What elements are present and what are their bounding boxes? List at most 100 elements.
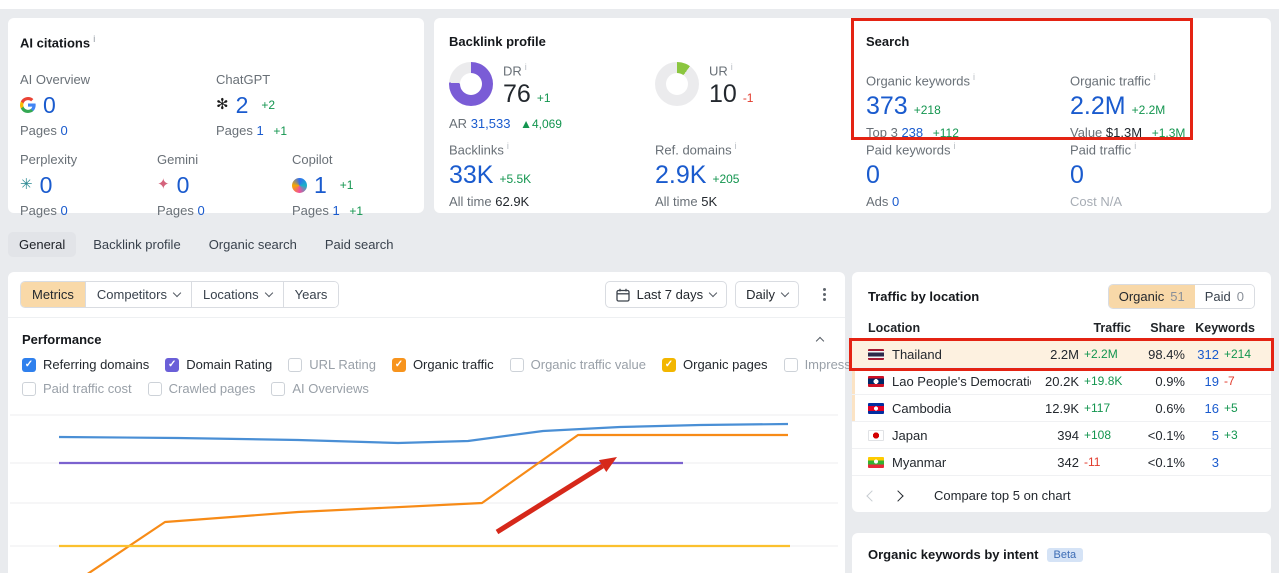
metric-checkbox-referring-domains[interactable]: Referring domains [22,357,149,372]
keywords-value[interactable]: 19 [1185,374,1219,389]
traffic-value: 20.2K [1045,373,1079,389]
location-row-cambodia[interactable]: Cambodia 12.9K +117 0.6% 16 +5 [852,395,1271,422]
ads-value[interactable]: 0 [892,194,899,209]
tab-paid-search[interactable]: Paid search [314,232,405,257]
metric-checkbox-paid-traffic-cost[interactable]: Paid traffic cost [22,381,132,396]
backlink-search-card: Backlink profile DR 76 +1 AR 31,533 ▲4,06… [434,18,1271,213]
overview-tabs: General Backlink profile Organic search … [8,232,405,257]
backlinks-value[interactable]: 33K [449,161,493,189]
location-row-japan[interactable]: Japan 394 +108 <0.1% 5 +3 [852,422,1271,449]
chatgpt-icon: ✻ [216,96,229,113]
organic-keywords-value[interactable]: 373 [866,92,908,120]
ar-value[interactable]: 31,533 [471,116,511,131]
flag-icon-laos [868,375,884,387]
compare-top5-link[interactable]: Compare top 5 on chart [934,488,1071,503]
pages-label: Pages [20,123,57,138]
pages-count[interactable]: 0 [61,123,68,138]
chatgpt-label: ChatGPT [216,72,271,87]
metric-checkbox-domain-rating[interactable]: Domain Rating [165,357,272,372]
filter-button-group: Metrics Competitors Locations Years [20,281,340,308]
keywords-value[interactable]: 16 [1185,401,1219,416]
traffic-value: 342 [1057,454,1079,470]
paid-count: 0 [1236,289,1244,304]
paid-keywords-block: Paid keywords 0 Ads 0 [866,141,1066,209]
traffic-column-header[interactable]: Traffic [1031,321,1131,335]
traffic-by-location-title: Traffic by location [868,289,980,304]
location-column-header[interactable]: Location [868,321,1031,335]
prev-page-button[interactable] [866,489,878,502]
granularity-dropdown[interactable]: Daily [735,281,799,308]
gemini-block: Gemini ✦ 0 Pages 0 [157,152,287,218]
keywords-column-header[interactable]: Keywords [1185,321,1255,335]
copilot-count: 1 [314,171,327,198]
collapse-section-icon[interactable] [815,336,825,346]
location-name: Thailand [892,346,942,362]
gemini-icon: ✦ [157,176,170,193]
checkbox-icon [271,381,286,396]
tab-organic-search[interactable]: Organic search [198,232,308,257]
share-column-header[interactable]: Share [1131,321,1185,335]
date-range-value: Last 7 days [636,287,704,302]
location-row-thailand[interactable]: Thailand 2.2M +2.2M 98.4% 312 +214 [849,338,1274,371]
keywords-value[interactable]: 312 [1185,347,1219,362]
locations-dropdown[interactable]: Locations [191,282,284,307]
granularity-value: Daily [746,287,775,302]
pages-count[interactable]: 1 [257,123,264,138]
pages-count[interactable]: 0 [198,203,205,218]
metrics-button[interactable]: Metrics [21,282,86,307]
location-row-myanmar[interactable]: Myanmar 342 -11 <0.1% 3 [852,449,1271,476]
pages-count[interactable]: 0 [61,203,68,218]
keywords-by-intent-panel: Organic keywords by intent Beta [852,533,1271,573]
metric-checkbox-organic-traffic[interactable]: Organic traffic [391,357,494,372]
location-name: Japan [892,427,928,443]
years-button[interactable]: Years [283,282,339,307]
metric-checkbox-ai-overviews[interactable]: AI Overviews [271,381,369,396]
ahrefs-rank-line: AR 31,533 ▲4,069 [449,116,562,131]
pages-count[interactable]: 1 [333,203,340,218]
paid-keywords-value[interactable]: 0 [866,161,880,189]
share-value: 0.9% [1155,373,1185,389]
dr-donut-chart [449,62,493,106]
share-value: 0.6% [1155,400,1185,416]
organic-traffic-value[interactable]: 2.2M [1070,92,1126,120]
checkbox-icon [147,381,162,396]
keywords-value[interactable]: 3 [1185,455,1219,470]
metric-checkbox-organic-traffic-value[interactable]: Organic traffic value [509,357,646,372]
location-row-laos[interactable]: Lao People's Democratic Reput 20.2K +19.… [852,368,1271,395]
pages-label: Pages [20,203,57,218]
tab-backlink-profile[interactable]: Backlink profile [82,232,191,257]
keywords-value[interactable]: 5 [1185,428,1219,443]
chatgpt-block: ChatGPT ✻ 2 +2 Pages 1 +1 [216,72,346,138]
paid-toggle[interactable]: Paid 0 [1194,285,1254,308]
performance-chart[interactable] [8,395,845,573]
ur-label: UR [709,62,753,78]
paid-traffic-value[interactable]: 0 [1070,161,1084,189]
organic-toggle[interactable]: Organic 51 [1108,285,1195,308]
chart-toolbar: Metrics Competitors Locations Years Last… [8,272,845,318]
calendar-icon [615,288,630,302]
perplexity-count: 0 [39,171,53,198]
site-explorer-overview: AI citations AI Overview 0 Pages 0 ChatG… [0,0,1279,573]
ref-domains-value[interactable]: 2.9K [655,161,706,189]
dr-label: DR [503,62,551,78]
pages-label: Pages [216,123,253,138]
checkbox-icon [783,357,798,372]
chevron-down-icon [264,288,273,298]
organic-paid-toggle: Organic 51 Paid 0 [1107,284,1255,309]
domain-rating-block: DR 76 +1 [449,62,551,108]
date-range-dropdown[interactable]: Last 7 days [604,281,728,308]
keywords-delta: +214 [1224,347,1252,361]
checkbox-icon [288,357,303,372]
metric-checkbox-url-rating[interactable]: URL Rating [288,357,376,372]
tab-general[interactable]: General [8,232,77,257]
metric-checkbox-organic-pages[interactable]: Organic pages [662,357,768,372]
dr-value: 76 [503,80,531,109]
top3-value[interactable]: 238 [901,125,923,140]
more-options-button[interactable] [815,286,833,303]
flag-icon-myanmar [868,456,884,468]
next-page-button[interactable] [892,489,904,502]
competitors-dropdown[interactable]: Competitors [85,282,192,307]
metric-checkbox-crawled-pages[interactable]: Crawled pages [147,381,255,396]
perplexity-block: Perplexity ✳ 0 Pages 0 [20,152,150,218]
alltime-label: All time [449,194,492,210]
